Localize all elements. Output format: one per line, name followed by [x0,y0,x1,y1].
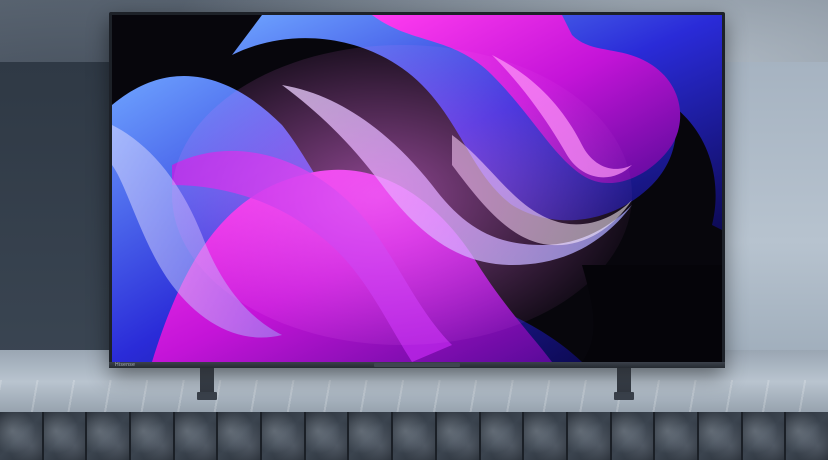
marble-tile [698,412,741,460]
tv-stand-right-foot [614,366,634,400]
platform-reflection [0,380,828,414]
marble-tile [87,412,130,460]
marble-tile [174,412,217,460]
television: Hisense [109,12,725,368]
product-scene: Hisense [0,0,828,460]
marble-tile [218,412,261,460]
marble-tile [567,412,610,460]
marble-tile [305,412,348,460]
marble-tile [393,412,435,460]
marble-tile [786,412,828,460]
marble-tile [480,412,523,460]
abstract-wallpaper [112,15,722,362]
dark-wall-panel [0,62,120,362]
marble-base [0,412,828,460]
marble-tile [742,412,785,460]
marble-tile [349,412,392,460]
ir-sensor-bar [374,363,460,367]
marble-tile [43,412,86,460]
tv-stand-left-foot [197,366,217,400]
marble-tile [131,412,173,460]
marble-tile [611,412,654,460]
marble-tile [655,412,697,460]
marble-tile [262,412,304,460]
marble-tile [436,412,479,460]
marble-tile [0,412,42,460]
tv-screen [112,15,722,362]
brand-logo: Hisense [115,362,136,368]
marble-tile [524,412,566,460]
light-wall-panel [724,62,828,362]
